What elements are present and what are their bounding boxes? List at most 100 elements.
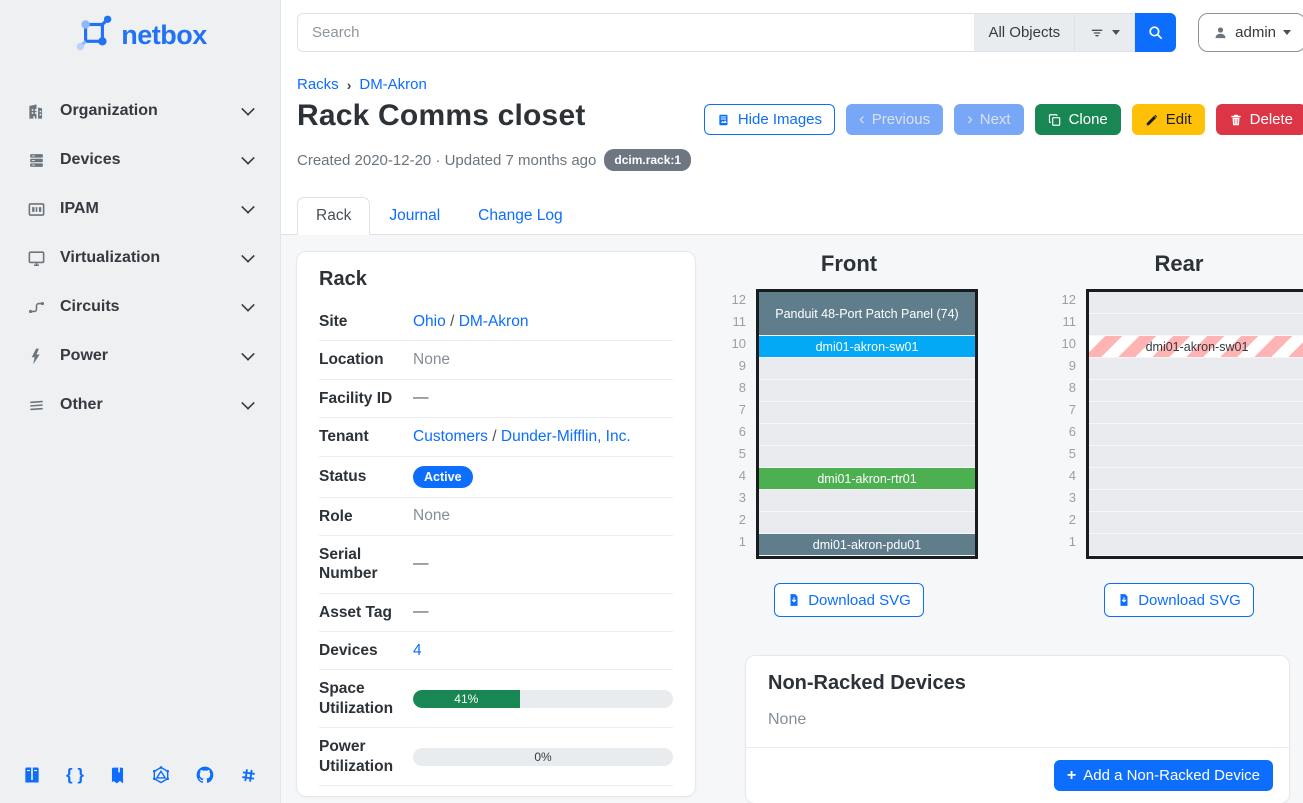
- rack-device[interactable]: dmi01-akron-rtr01: [759, 468, 975, 490]
- tab-rack[interactable]: Rack: [297, 197, 370, 235]
- next-button[interactable]: › Next: [954, 104, 1024, 135]
- rack-device[interactable]: Panduit 48-Port Patch Panel (74): [759, 292, 975, 336]
- attr-label: Facility ID: [319, 389, 413, 408]
- empty-rack-slot[interactable]: [759, 512, 975, 534]
- empty-rack-slot[interactable]: [759, 424, 975, 446]
- tenant-group-link[interactable]: Customers: [413, 428, 488, 445]
- site-link[interactable]: Ohio: [413, 313, 446, 330]
- tab-content: Rack Site Ohio / DM-Akron Location None …: [281, 235, 1303, 803]
- sidebar-item-organization[interactable]: Organization: [12, 91, 268, 131]
- search-filter-dropdown[interactable]: [1075, 13, 1135, 52]
- download-svg-button-front[interactable]: Download SVG: [774, 583, 924, 617]
- image-icon: [717, 113, 731, 127]
- attr-row-serial: Serial Number —: [319, 536, 673, 594]
- status-badge: Active: [413, 466, 473, 488]
- clone-button[interactable]: Clone: [1035, 104, 1121, 135]
- sidebar-item-devices[interactable]: Devices: [12, 140, 268, 180]
- tab-change-log[interactable]: Change Log: [459, 197, 581, 235]
- rack-device[interactable]: dmi01-akron-sw01: [759, 336, 975, 358]
- download-svg-button-rear[interactable]: Download SVG: [1104, 583, 1254, 617]
- unit-number: 3: [1050, 487, 1076, 509]
- add-non-racked-device-label: Add a Non-Racked Device: [1083, 767, 1260, 784]
- sidebar-item-other[interactable]: Other: [12, 385, 268, 425]
- ipam-icon: [26, 199, 46, 219]
- empty-rack-slot[interactable]: [759, 402, 975, 424]
- file-download-icon: [1117, 593, 1131, 607]
- empty-rack-slot[interactable]: [1089, 468, 1303, 490]
- empty-rack-slot[interactable]: [1089, 512, 1303, 534]
- sidebar-item-label: IPAM: [60, 200, 242, 218]
- empty-rack-slot[interactable]: [1089, 402, 1303, 424]
- sidebar-item-power[interactable]: Power: [12, 336, 268, 376]
- graphql-icon[interactable]: [151, 765, 171, 785]
- empty-rack-slot[interactable]: [1089, 490, 1303, 512]
- trash-icon: [1229, 113, 1243, 127]
- code-braces-icon[interactable]: { }: [66, 765, 84, 785]
- sidebar-item-label: Other: [60, 396, 242, 414]
- empty-rack-slot[interactable]: [1089, 446, 1303, 468]
- circuits-icon: [26, 297, 46, 317]
- unit-number: 2: [720, 509, 746, 531]
- attr-label: Status: [319, 467, 413, 486]
- sidebar-item-label: Power: [60, 347, 242, 365]
- journal-icon[interactable]: [108, 766, 127, 785]
- rack-device[interactable]: dmi01-akron-sw01: [1089, 336, 1303, 358]
- empty-rack-slot[interactable]: [1089, 358, 1303, 380]
- object-id-badge: dcim.rack:1: [604, 149, 691, 171]
- add-non-racked-device-button[interactable]: + Add a Non-Racked Device: [1054, 760, 1273, 791]
- edit-label: Edit: [1166, 111, 1192, 128]
- sidebar-item-ipam[interactable]: IPAM: [12, 189, 268, 229]
- next-label: Next: [980, 111, 1011, 128]
- breadcrumb-dm-akron[interactable]: DM-Akron: [359, 76, 427, 93]
- search-button[interactable]: [1135, 13, 1176, 52]
- devices-count-link[interactable]: 4: [413, 642, 422, 659]
- empty-rack-slot[interactable]: [759, 358, 975, 380]
- attr-label: Power Utilization: [319, 737, 413, 776]
- space-utilization-bar: 41%: [413, 690, 673, 708]
- empty-rack-slot[interactable]: [759, 490, 975, 512]
- sidebar-item-virtualization[interactable]: Virtualization: [12, 238, 268, 278]
- docs-book-icon[interactable]: [22, 765, 42, 785]
- attr-row-site: Site Ohio / DM-Akron: [319, 303, 673, 341]
- front-title: Front: [821, 251, 877, 277]
- rack-device[interactable]: dmi01-akron-pdu01: [759, 534, 975, 556]
- unit-number: 9: [720, 355, 746, 377]
- empty-rack-slot[interactable]: [1089, 534, 1303, 556]
- chevron-down-icon: [241, 396, 255, 410]
- site-group-link[interactable]: DM-Akron: [459, 313, 529, 330]
- netbox-logo[interactable]: netbox: [0, 0, 280, 82]
- empty-rack-slot[interactable]: [1089, 380, 1303, 402]
- hide-images-button[interactable]: Hide Images: [704, 104, 835, 135]
- empty-rack-slot[interactable]: [1089, 292, 1303, 314]
- rear-title: Rear: [1155, 251, 1204, 277]
- filter-icon: [1089, 25, 1105, 41]
- tab-journal[interactable]: Journal: [370, 197, 459, 235]
- unit-numbers: 121110987654321: [1050, 289, 1076, 559]
- unit-number: 6: [1050, 421, 1076, 443]
- search-scope-select[interactable]: All Objects: [974, 13, 1075, 52]
- power-utilization-label: 0%: [413, 748, 673, 766]
- empty-rack-slot[interactable]: [759, 446, 975, 468]
- main-area: All Objects admin Racks › DM-Akron Rack …: [281, 0, 1303, 803]
- breadcrumb-racks[interactable]: Racks: [297, 76, 339, 93]
- sidebar-item-circuits[interactable]: Circuits: [12, 287, 268, 327]
- sidebar-footer: { }: [0, 765, 280, 803]
- unit-number: 5: [720, 443, 746, 465]
- unit-number: 11: [1050, 311, 1076, 333]
- attr-label: Devices: [319, 641, 413, 660]
- previous-button[interactable]: ‹ Previous: [846, 104, 943, 135]
- delete-button[interactable]: Delete: [1216, 104, 1303, 135]
- unit-number: 11: [720, 311, 746, 333]
- download-svg-label: Download SVG: [1138, 592, 1241, 609]
- github-icon[interactable]: [195, 765, 215, 785]
- user-menu-button[interactable]: admin: [1198, 13, 1303, 52]
- edit-button[interactable]: Edit: [1132, 104, 1205, 135]
- chevron-down-icon: [241, 102, 255, 116]
- empty-rack-slot[interactable]: [1089, 314, 1303, 336]
- empty-rack-slot[interactable]: [1089, 424, 1303, 446]
- empty-rack-slot[interactable]: [759, 380, 975, 402]
- slack-icon[interactable]: [239, 766, 258, 785]
- tenant-link[interactable]: Dunder-Mifflin, Inc.: [501, 428, 631, 445]
- previous-label: Previous: [872, 111, 930, 128]
- search-input[interactable]: [297, 13, 974, 52]
